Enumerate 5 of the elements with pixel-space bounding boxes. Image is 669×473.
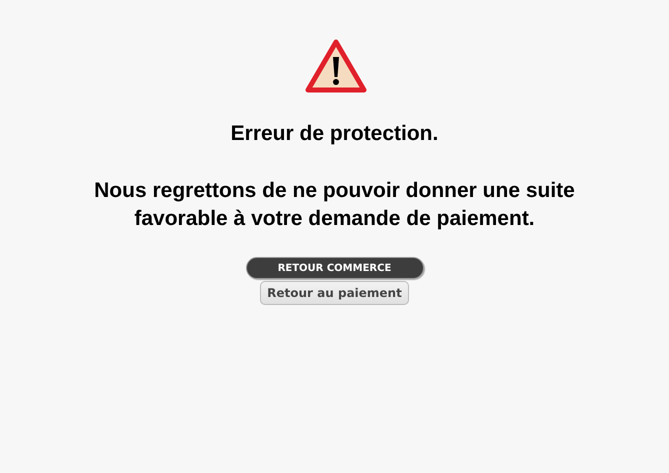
back-to-payment-button[interactable]: Retour au paiement <box>260 281 409 305</box>
back-to-shop-button[interactable]: RETOUR COMMERCE <box>246 257 424 279</box>
warning-icon <box>304 39 366 93</box>
error-message: Nous regrettons de ne pouvoir donner une suite favorable à votre demande de paiement. <box>93 178 576 232</box>
error-title: Erreur de protection. <box>230 122 438 146</box>
